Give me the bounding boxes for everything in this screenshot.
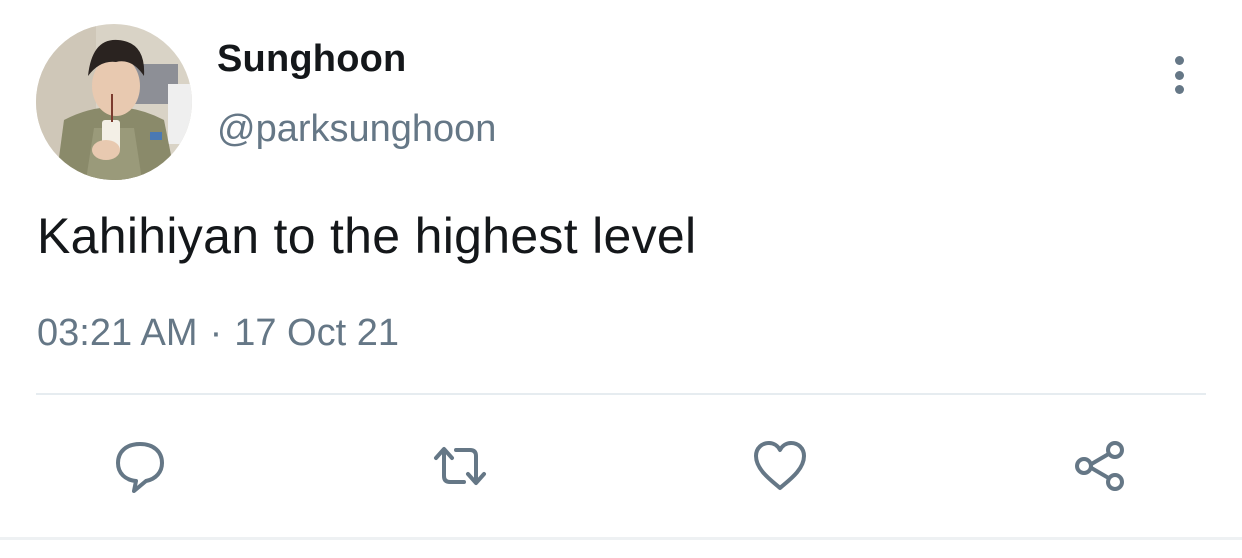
- avatar-photo: [36, 24, 192, 180]
- avatar[interactable]: [36, 24, 192, 180]
- user-handle[interactable]: @parksunghoon: [217, 108, 496, 151]
- more-dot-icon: [1174, 56, 1184, 65]
- timestamp-separator: ·: [209, 312, 223, 354]
- like-button[interactable]: [748, 434, 812, 498]
- display-name[interactable]: Sunghoon: [217, 38, 406, 81]
- tweet-date: 17 Oct 21: [234, 312, 399, 354]
- reply-button[interactable]: [108, 434, 172, 498]
- bottom-border: [0, 537, 1242, 540]
- more-options-button[interactable]: [1160, 52, 1198, 98]
- more-dot-icon: [1174, 85, 1184, 94]
- tweet-text: Kahihiyan to the highest level: [37, 208, 697, 264]
- retweet-button[interactable]: [428, 434, 492, 498]
- heart-icon: [754, 441, 806, 490]
- tweet-card: Sunghoon @parksunghoon Kahihiyan to the …: [0, 0, 1242, 558]
- divider: [36, 393, 1206, 395]
- tweet-time: 03:21 AM: [37, 312, 198, 354]
- share-button[interactable]: [1068, 434, 1132, 498]
- tweet-timestamp[interactable]: 03:21 AM · 17 Oct 21: [37, 312, 399, 355]
- more-dot-icon: [1174, 70, 1184, 80]
- share-nodes-icon: [1075, 441, 1124, 491]
- retweet-arrows-icon: [434, 447, 486, 485]
- speech-bubble-icon: [116, 442, 164, 493]
